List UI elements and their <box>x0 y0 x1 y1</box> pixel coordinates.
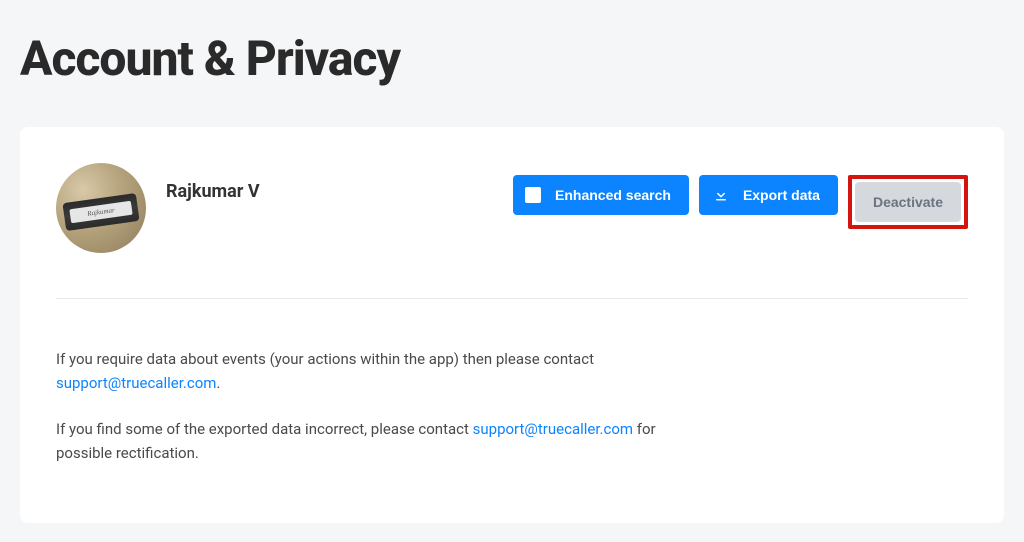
export-data-button[interactable]: Export data <box>699 175 838 215</box>
info-paragraph-2: If you find some of the exported data in… <box>56 417 696 465</box>
button-row: Enhanced search Export data Deactivate <box>513 175 968 229</box>
deactivate-highlight: Deactivate <box>848 175 968 229</box>
info-p2-text-a: If you find some of the exported data in… <box>56 420 473 438</box>
export-data-label: Export data <box>743 187 820 203</box>
profile-name: Rajkumar V <box>166 181 260 202</box>
enhanced-search-label: Enhanced search <box>555 187 671 203</box>
info-p1-text-a: If you require data about events (your a… <box>56 350 594 368</box>
deactivate-button[interactable]: Deactivate <box>855 182 961 222</box>
info-p1-text-b: . <box>216 374 220 392</box>
profile-left: Rajkumar V <box>56 163 260 253</box>
enhanced-search-button[interactable]: Enhanced search <box>513 175 689 215</box>
avatar <box>56 163 146 253</box>
profile-row: Rajkumar V Enhanced search Export data D… <box>56 163 968 299</box>
info-paragraph-1: If you require data about events (your a… <box>56 347 696 395</box>
deactivate-label: Deactivate <box>873 194 943 210</box>
support-email-link-1[interactable]: support@truecaller.com <box>56 374 216 392</box>
checkbox-icon <box>525 187 541 203</box>
info-section: If you require data about events (your a… <box>56 299 696 465</box>
download-icon <box>713 187 729 203</box>
account-card: Rajkumar V Enhanced search Export data D… <box>20 127 1004 523</box>
page-title: Account & Privacy <box>0 0 1024 107</box>
support-email-link-2[interactable]: support@truecaller.com <box>473 420 633 438</box>
